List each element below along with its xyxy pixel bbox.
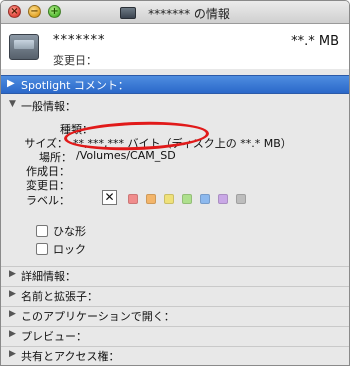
label-color-swatch[interactable] [128,194,138,204]
section-name-ext-label: 名前と拡張子： [21,290,98,303]
stationery-label: ひな形 [53,225,86,238]
file-size: **.* MB [291,34,339,49]
section-preview[interactable]: ▶ プレビュー： [1,327,349,344]
label-color-swatch[interactable] [146,194,156,204]
locked-checkbox[interactable] [36,243,48,255]
label-color-swatch[interactable] [182,194,192,204]
section-general[interactable]: ▼ 一般情報： [1,97,349,114]
window-title: ******* の情報 [1,5,349,22]
file-header: ******* **.* MB 変更日： [1,24,349,69]
where-value: /Volumes/CAM_SD [76,149,176,162]
locked-label: ロック [53,243,86,256]
section-more-info-label: 詳細情報： [21,270,76,283]
label-color-swatch[interactable] [200,194,210,204]
window-title-text: ******* の情報 [148,7,230,21]
disclosure-right-icon[interactable]: ▶ [9,309,16,319]
section-more-info[interactable]: ▶ 詳細情報： [1,267,349,284]
disclosure-right-icon[interactable]: ▶ [9,269,16,279]
file-name: ******* [53,33,106,48]
section-spotlight-label: Spotlight コメント： [21,79,129,92]
disclosure-right-icon[interactable]: ▶ [9,289,16,299]
label-color-swatch[interactable] [236,194,246,204]
stationery-checkbox[interactable] [36,225,48,237]
section-sharing-label: 共有とアクセス権： [21,350,120,363]
section-spotlight[interactable]: ▶ Spotlight コメント： [1,75,349,94]
section-sharing[interactable]: ▶ 共有とアクセス権： [1,347,349,364]
info-window: × − + ******* の情報 ******* **.* MB 変更日： ▶… [0,0,350,366]
disclosure-down-icon[interactable]: ▼ [9,99,16,109]
modified-row-label: 変更日： [26,179,70,192]
label-color-swatch[interactable] [218,194,228,204]
label-label: ラベル： [26,194,70,207]
disclosure-right-icon[interactable]: ▶ [7,78,15,89]
section-name-ext[interactable]: ▶ 名前と拡張子： [1,287,349,304]
section-open-with[interactable]: ▶ このアプリケーションで開く： [1,307,349,324]
modified-label: 変更日： [53,54,97,67]
file-icon [9,34,39,60]
no-label-button[interactable]: ✕ [102,190,117,205]
section-preview-label: プレビュー： [21,330,87,343]
disclosure-right-icon[interactable]: ▶ [9,329,16,339]
section-open-with-label: このアプリケーションで開く： [21,310,175,323]
titlebar: × − + ******* の情報 [1,1,349,24]
drive-icon [120,7,137,19]
section-general-label: 一般情報： [21,100,76,113]
label-color-swatch[interactable] [164,194,174,204]
disclosure-right-icon[interactable]: ▶ [9,349,16,359]
